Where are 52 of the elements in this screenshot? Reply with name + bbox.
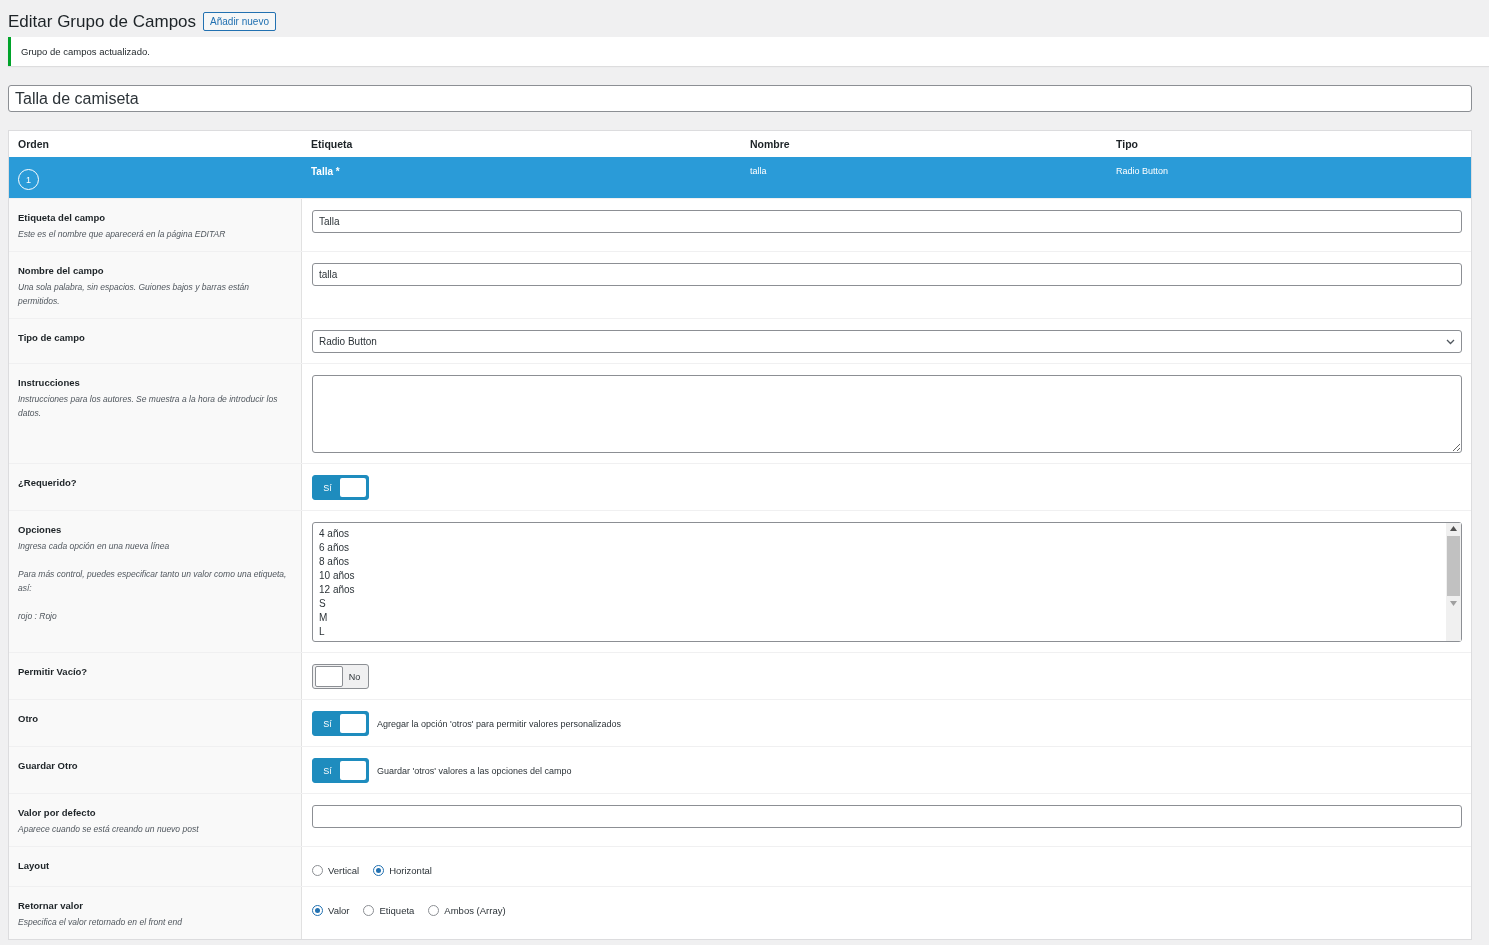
add-new-button[interactable]: Añadir nuevo [203, 12, 276, 31]
success-notice: Grupo de campos actualizado. [8, 37, 1489, 66]
select-field[interactable]: Radio Button [312, 330, 1462, 353]
radio-option[interactable]: Horizontal [373, 865, 432, 876]
setting-description: Aparece cuando se está creando un nuevo post [18, 823, 200, 836]
setting-description: Instrucciones para los autores. Se muestra a la hora de introducir los datos. [18, 393, 279, 420]
setting-label: Opciones [18, 524, 63, 535]
radio-option[interactable]: Ambos (Array) [428, 905, 506, 916]
column-header: Etiqueta [310, 138, 354, 150]
page-title: Editar Grupo de Campos [8, 11, 197, 32]
toggle-switch[interactable]: Sí [312, 758, 369, 783]
group-title-field[interactable]: Talla de camiseta [8, 85, 1472, 112]
scrollbar[interactable] [1446, 523, 1461, 641]
column-header: Orden [17, 138, 50, 150]
setting-description: Una sola palabra, sin espacios. Guiones bajos y barras están permitidos. [18, 281, 251, 308]
toggle-switch[interactable]: Sí [312, 475, 369, 500]
setting-label: ¿Requerido? [18, 477, 78, 488]
textarea-field[interactable] [312, 375, 1462, 453]
scroll-up-arrow-icon[interactable] [1450, 526, 1457, 531]
setting-description: Para más control, puedes especificar tanto un valor como una etiqueta, así: [18, 568, 288, 595]
setting-label: Otro [18, 713, 40, 724]
text-field[interactable]: Talla [312, 210, 1462, 233]
setting-description: Especifica el valor retornado en el front end [18, 916, 183, 929]
chevron-down-icon [1446, 338, 1455, 345]
scroll-down-arrow-icon[interactable] [1450, 601, 1457, 606]
text-field[interactable]: talla [312, 263, 1462, 286]
setting-description: Ingresa cada opción en una nueva línea [18, 540, 171, 553]
setting-description: Este es el nombre que aparecerá en la página EDITAR [18, 228, 227, 241]
setting-label: Tipo de campo [18, 332, 86, 343]
radio-option[interactable]: Vertical [312, 865, 360, 876]
setting-label: Retornar valor [18, 900, 84, 911]
field-label: Talla * [310, 165, 341, 179]
setting-label: Instrucciones [18, 377, 81, 388]
setting-label: Valor por defecto [18, 807, 97, 818]
setting-label: Layout [18, 860, 51, 871]
setting-description: rojo : Rojo [18, 610, 58, 623]
toggle-switch[interactable]: No [312, 664, 369, 689]
setting-label: Guardar Otro [18, 760, 79, 771]
column-header: Nombre [749, 138, 791, 150]
toggle-note: Agregar la opción 'otros' para permitir valores personalizados [377, 718, 622, 729]
setting-label: Etiqueta del campo [18, 212, 107, 223]
toggle-switch[interactable]: Sí [312, 711, 369, 736]
toggle-note: Guardar 'otros' valores a las opciones del campo [377, 765, 572, 776]
setting-label: Permitir Vacío? [18, 666, 89, 677]
text-field[interactable] [312, 805, 1462, 828]
radio-option[interactable]: Etiqueta [363, 905, 415, 916]
options-textarea[interactable]: 4 años 6 años 8 años 10 años 12 años S M L [312, 522, 1462, 642]
field-type: Radio Button [1115, 165, 1170, 178]
field-name: talla [749, 165, 768, 178]
radio-option[interactable]: Valor [312, 905, 350, 916]
column-header: Tipo [1115, 138, 1139, 150]
setting-label: Nombre del campo [18, 265, 105, 276]
